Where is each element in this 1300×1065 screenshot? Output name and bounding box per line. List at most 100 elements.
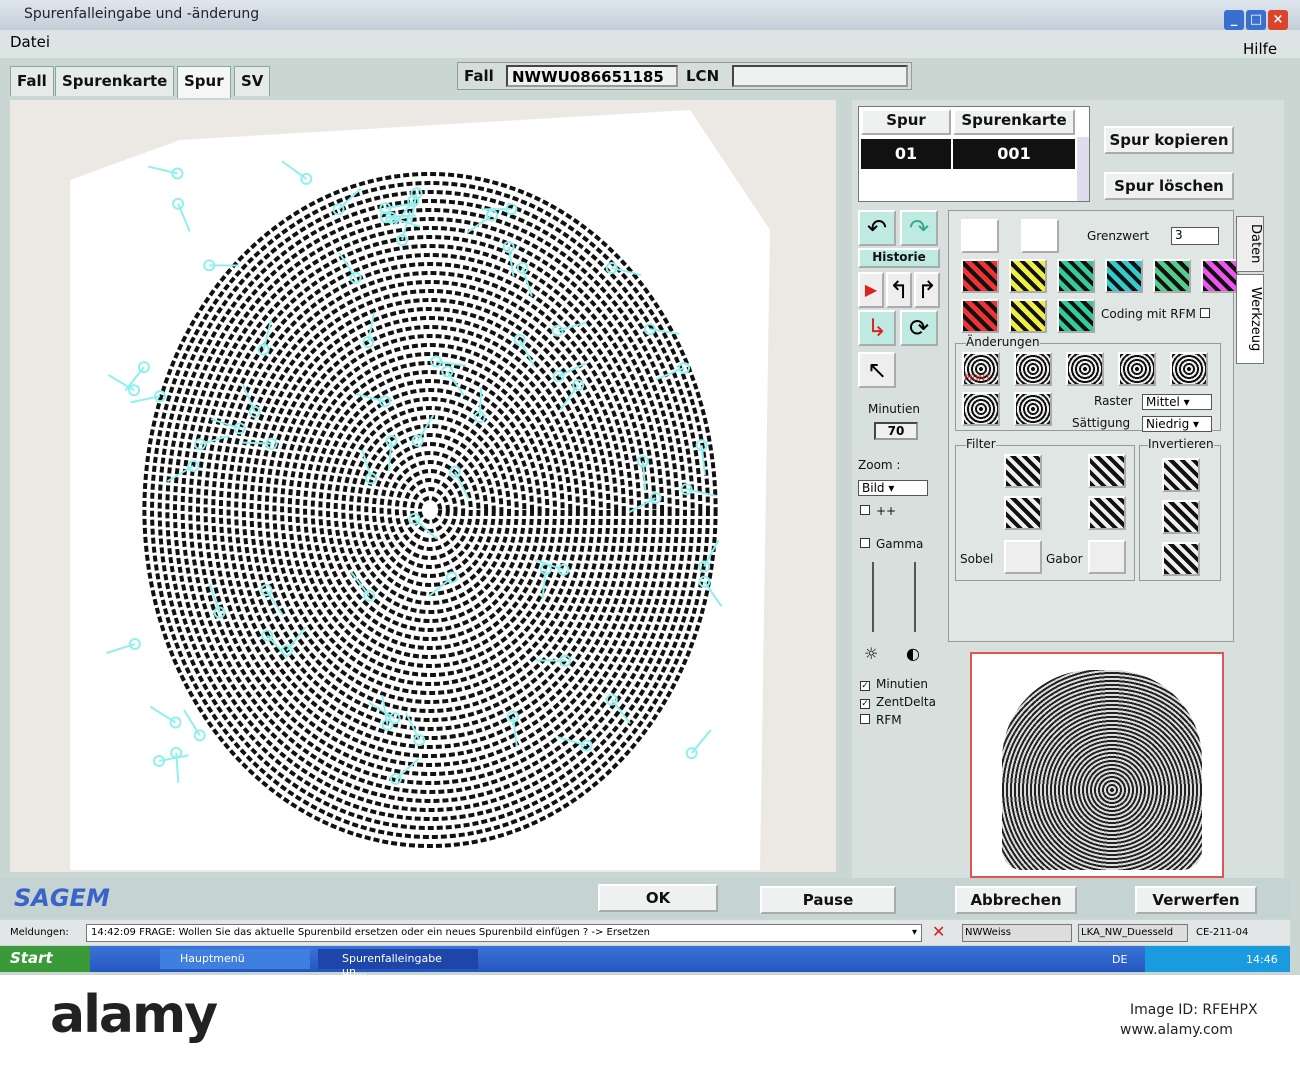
rfm-checkbox[interactable]: RFM <box>860 713 902 727</box>
scrollbar[interactable] <box>1077 137 1089 201</box>
close-button[interactable]: × <box>1268 10 1288 30</box>
aenderung-tool[interactable] <box>962 392 1000 426</box>
table-cell[interactable]: 01 <box>861 139 951 169</box>
coding-tool[interactable] <box>1153 259 1191 293</box>
pause-button[interactable]: Pause <box>760 886 896 914</box>
zoom-select[interactable]: Bild ▾ <box>858 480 928 496</box>
turn-right-icon[interactable]: ↱ <box>914 272 940 308</box>
coding-tool[interactable] <box>1201 259 1239 293</box>
invertieren-label: Invertieren <box>1148 437 1214 451</box>
sobel-button[interactable] <box>1004 540 1042 574</box>
col-spurenkarte[interactable]: Spurenkarte <box>953 109 1075 135</box>
delete-polygon-icon[interactable] <box>1021 219 1059 253</box>
fall-label: Fall <box>464 67 494 85</box>
coding-tool[interactable] <box>961 299 999 333</box>
contrast-slider[interactable] <box>914 562 916 632</box>
aenderungen-group: Änderungen PRINT Raster Mittel ▾ Sättigu… <box>955 335 1221 432</box>
spur-loeschen-button[interactable]: Spur löschen <box>1104 172 1234 200</box>
table-cell[interactable]: 001 <box>953 139 1075 169</box>
zoom-label: Zoom : <box>858 458 901 472</box>
zentdelta-checkbox[interactable]: ✓ ZentDelta <box>860 695 936 709</box>
language-indicator[interactable]: DE <box>1112 953 1127 966</box>
historie-button[interactable]: Historie <box>858 248 940 268</box>
grenzwert-spinner[interactable]: 3 <box>1171 227 1219 245</box>
invert-tool[interactable] <box>1162 500 1200 534</box>
taskbar-item[interactable]: Hauptmenü <box>160 949 310 969</box>
minutien-checkbox[interactable]: ✓ Minutien <box>860 677 928 691</box>
gamma-checkbox[interactable]: Gamma <box>860 537 923 551</box>
contrast-icon: ◐ <box>906 644 920 663</box>
aenderung-tool[interactable] <box>1066 352 1104 386</box>
footer-bar: SAGEM OK Pause Abbrechen Verwerfen <box>0 878 1290 918</box>
polygon-icon[interactable] <box>961 219 999 253</box>
lcn-label: LCN <box>686 67 720 85</box>
filter-tool[interactable] <box>1088 454 1126 488</box>
coding-tool[interactable] <box>1009 299 1047 333</box>
grenzwert-label: Grenzwert <box>1087 229 1150 243</box>
invert-tool[interactable] <box>1162 542 1200 576</box>
minimize-button[interactable]: _ <box>1224 10 1244 30</box>
maximize-button[interactable]: □ <box>1246 10 1266 30</box>
move-icon[interactable]: ↳ <box>858 310 896 346</box>
messages-field[interactable]: 14:42:09 FRAGE: Wollen Sie das aktuelle … <box>86 924 922 942</box>
tab-werkzeug[interactable]: Werkzeug <box>1236 274 1264 364</box>
spur-table: Spur Spurenkarte 01 001 <box>858 106 1090 202</box>
filter-tool[interactable] <box>1088 496 1126 530</box>
tab-spur[interactable]: Spur <box>177 66 231 98</box>
menu-datei[interactable]: Datei <box>10 33 50 51</box>
filter-tool[interactable] <box>1004 496 1042 530</box>
verwerfen-button[interactable]: Verwerfen <box>1135 886 1257 914</box>
fingerprint-thumbnail[interactable] <box>970 652 1224 878</box>
taskbar-item-active[interactable]: Spurenfalleingabe un... <box>318 949 478 978</box>
coding-tool[interactable] <box>1105 259 1143 293</box>
tab-fall[interactable]: Fall <box>10 66 54 96</box>
aenderung-tool[interactable] <box>1014 392 1052 426</box>
aenderung-tool[interactable] <box>1118 352 1156 386</box>
start-button[interactable]: Start <box>0 946 90 972</box>
raster-label: Raster <box>1094 394 1133 408</box>
user-field: NWWeiss <box>962 924 1072 942</box>
gabor-button[interactable] <box>1088 540 1126 574</box>
filter-group: Filter Sobel Gabor <box>955 437 1135 581</box>
refresh-icon[interactable]: ⟳ <box>900 310 938 346</box>
ok-button[interactable]: OK <box>598 884 718 912</box>
plusplus-checkbox[interactable]: ++ <box>860 504 896 518</box>
lcn-field[interactable] <box>732 65 908 87</box>
saettigung-label: Sättigung <box>1072 416 1131 430</box>
message-bar: Meldungen: 14:42:09 FRAGE: Wollen Sie da… <box>0 920 1290 945</box>
coding-rfm-checkbox[interactable]: Coding mit RFM <box>1101 307 1216 321</box>
tab-daten[interactable]: Daten <box>1236 216 1264 272</box>
invertieren-group: Invertieren <box>1139 437 1221 581</box>
aenderung-tool[interactable] <box>1170 352 1208 386</box>
filter-label: Filter <box>966 437 996 451</box>
redo-icon[interactable]: ↷ <box>900 210 938 246</box>
filter-tool[interactable] <box>1004 454 1042 488</box>
image-id: Image ID: RFEHPX <box>1130 1002 1258 1018</box>
col-spur[interactable]: Spur <box>861 109 951 135</box>
arrow-right-icon[interactable]: ▶ <box>858 272 884 308</box>
invert-tool[interactable] <box>1162 458 1200 492</box>
station-code: CE-211-04 <box>1196 927 1249 938</box>
tab-spurenkarte[interactable]: Spurenkarte <box>55 66 175 96</box>
coding-tool[interactable] <box>1057 299 1095 333</box>
clear-icon[interactable]: ✕ <box>932 922 945 941</box>
aenderung-tool[interactable]: PRINT <box>962 352 1000 386</box>
tab-sv[interactable]: SV <box>234 66 271 96</box>
coding-tool[interactable] <box>1057 259 1095 293</box>
brightness-slider[interactable] <box>872 562 874 632</box>
minutien-label: Minutien <box>868 402 920 416</box>
turn-left-icon[interactable]: ↰ <box>886 272 912 308</box>
abbrechen-button[interactable]: Abbrechen <box>955 886 1077 914</box>
dept-field: LKA_NW_Duesseld <box>1078 924 1188 942</box>
raster-select[interactable]: Mittel ▾ <box>1142 394 1212 410</box>
coding-tool[interactable] <box>1009 259 1047 293</box>
pointer-icon[interactable]: ↖ <box>858 352 896 388</box>
fingerprint-image[interactable] <box>10 100 836 872</box>
aenderung-tool[interactable] <box>1014 352 1052 386</box>
coding-tool[interactable] <box>961 259 999 293</box>
menu-hilfe[interactable]: Hilfe <box>1243 40 1277 58</box>
fall-field[interactable]: NWWU086651185 <box>506 65 678 87</box>
spur-kopieren-button[interactable]: Spur kopieren <box>1104 126 1234 154</box>
undo-icon[interactable]: ↶ <box>858 210 896 246</box>
saettigung-select[interactable]: Niedrig ▾ <box>1142 416 1212 432</box>
